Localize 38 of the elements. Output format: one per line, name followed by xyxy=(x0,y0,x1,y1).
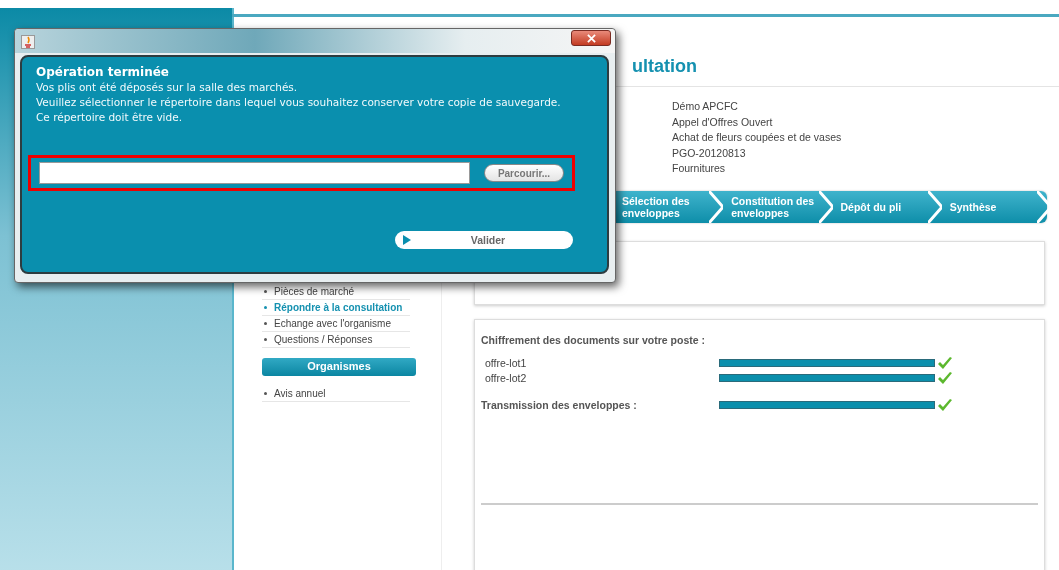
menu-item[interactable]: Questions / Réponses xyxy=(262,331,410,348)
dialog-message: Veuillez sélectionner le répertoire dans lequel vous souhaitez conserver votre copie de sauvegarde. xyxy=(36,95,562,110)
step-tab[interactable]: Sélection des enveloppes xyxy=(610,190,720,223)
info-text: PGO-20120813 xyxy=(672,145,746,161)
step-tab[interactable]: Dépôt du pli xyxy=(828,190,938,223)
app-icon xyxy=(21,35,35,49)
close-icon xyxy=(586,33,596,43)
chevron-icon xyxy=(709,190,724,223)
page-title: ultation xyxy=(632,56,697,76)
step-tab[interactable]: Constitution des enveloppes xyxy=(719,190,829,223)
input-field[interactable] xyxy=(39,162,470,184)
file-name: offre-lot2 xyxy=(484,372,528,385)
browse-button[interactable]: Parcourir... xyxy=(484,164,564,182)
menu-item[interactable]: Echange avec l'organisme xyxy=(262,315,410,332)
section-header: Organismes xyxy=(262,357,416,376)
section-title: Chiffrement des documents sur votre poste : xyxy=(481,333,707,346)
chevron-icon xyxy=(927,190,942,223)
validate-button[interactable]: Valider xyxy=(395,231,573,249)
menu-item[interactable]: Avis annuel xyxy=(262,385,410,402)
dialog-heading: Opération terminée xyxy=(36,65,170,80)
bullet-icon xyxy=(264,321,267,325)
info-text: Démo APCFC xyxy=(672,99,738,114)
menu-item[interactable]: Répondre à la consultation xyxy=(262,299,410,316)
close-button[interactable] xyxy=(571,30,611,46)
section-title: Transmission des enveloppes : xyxy=(481,399,638,412)
dialog-message: Vos plis ont été déposés sur la salle des marchés. xyxy=(36,80,299,95)
info-text: Fournitures xyxy=(672,161,726,177)
play-icon xyxy=(403,235,411,245)
bullet-icon xyxy=(264,391,267,395)
bullet-icon xyxy=(264,289,267,293)
info-text: Appel d'Offres Ouvert xyxy=(672,114,773,130)
chevron-icon xyxy=(818,190,833,223)
file-name: offre-lot1 xyxy=(484,357,528,370)
info-text: Achat de fleurs coupées et de vases xyxy=(672,130,842,146)
bullet-icon xyxy=(264,305,267,309)
bullet-icon xyxy=(264,337,267,341)
step-tab[interactable]: Synthèse xyxy=(937,190,1047,223)
dialog-message: Ce répertoire doit être vide. xyxy=(36,110,183,125)
